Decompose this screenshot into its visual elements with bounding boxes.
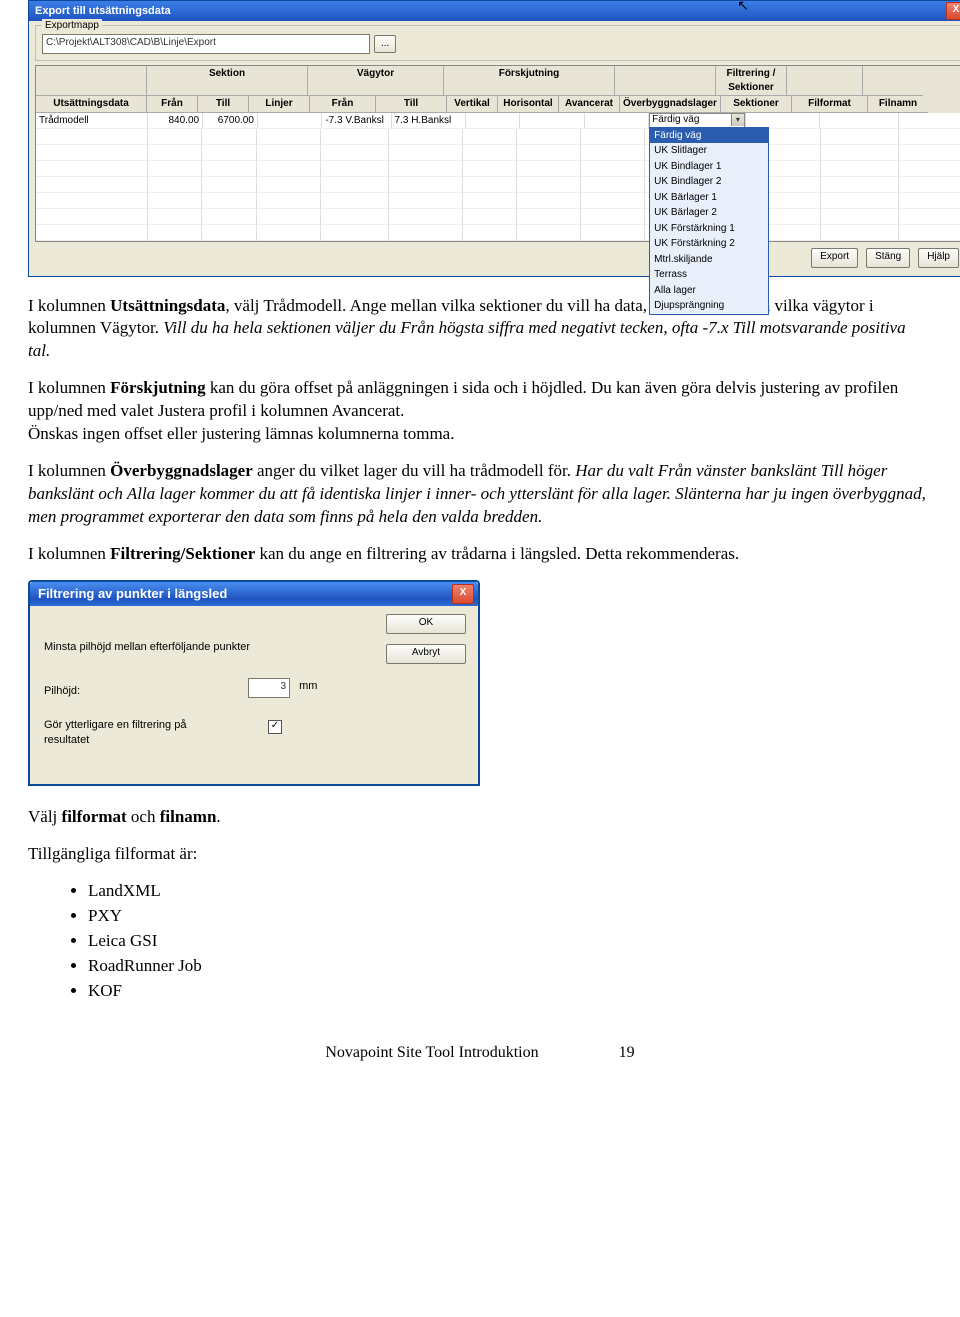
format-list: LandXML PXY Leica GSI RoadRunner Job KOF xyxy=(28,880,932,1003)
cell-filformat[interactable] xyxy=(820,113,899,129)
cell-linjer[interactable] xyxy=(258,113,322,129)
hdr-filnamn[interactable]: Filnamn xyxy=(868,96,928,113)
group-vagytor: Vägytor xyxy=(308,66,444,96)
hdr-overbygg[interactable]: Överbyggnadslager xyxy=(620,96,721,113)
close-icon[interactable]: X xyxy=(946,2,960,20)
list-item[interactable]: UK Slitlager xyxy=(650,143,768,159)
titlebar[interactable]: Filtrering av punkter i längsled X xyxy=(30,582,478,606)
data-grid: Sektion Vägytor Förskjutning Filtrering … xyxy=(35,65,960,242)
hdr-vfran[interactable]: Från xyxy=(310,96,376,113)
list-item: KOF xyxy=(88,980,932,1003)
table-row[interactable]: Trådmodell 840.00 6700.00 -7.3 V.Banksl … xyxy=(36,113,960,129)
para-5: Välj filformat och filnamn. xyxy=(28,806,932,829)
cancel-button[interactable]: Avbryt xyxy=(386,644,466,664)
cell-fran[interactable]: 840.00 xyxy=(148,113,203,129)
overbygg-selected: Färdig väg xyxy=(652,113,699,127)
checkbox-filter[interactable]: ✓ xyxy=(268,720,282,734)
cell-vfran[interactable]: -7.3 V.Banksl xyxy=(322,113,391,129)
help-button[interactable]: Hjälp xyxy=(918,248,959,268)
cell-vertikal[interactable] xyxy=(466,113,521,129)
hdr-till[interactable]: Till xyxy=(198,96,249,113)
group-forskjutning: Förskjutning xyxy=(444,66,615,96)
list-item[interactable]: UK Förstärkning 2 xyxy=(650,236,768,252)
hdr-linjer[interactable]: Linjer xyxy=(249,96,310,113)
export-dialog: Export till utsättningsdata X Exportmapp… xyxy=(28,0,960,277)
list-item[interactable]: UK Förstärkning 1 xyxy=(650,221,768,237)
hdr-vtill[interactable]: Till xyxy=(376,96,447,113)
pilhojd-unit: mm xyxy=(299,680,317,692)
label-gor: Gör ytterligare en filtrering på resulta… xyxy=(44,718,234,748)
overbygg-dropdown-list[interactable]: Färdig väg UK Slitlager UK Bindlager 1 U… xyxy=(649,127,769,315)
export-button[interactable]: Export xyxy=(811,248,858,268)
para-1: I kolumnen Utsättningsdata, välj Trådmod… xyxy=(28,295,932,364)
hdr-horisontal[interactable]: Horisontal xyxy=(498,96,559,113)
list-item[interactable]: UK Bärlager 2 xyxy=(650,205,768,221)
hdr-us[interactable]: Utsättningsdata xyxy=(36,96,147,113)
cell-till[interactable]: 6700.00 xyxy=(203,113,258,129)
hdr-vertikal[interactable]: Vertikal xyxy=(447,96,498,113)
cell-vtill[interactable]: 7.3 H.Banksl xyxy=(392,113,466,129)
para-6: Tillgängliga filformat är: xyxy=(28,843,932,866)
list-item[interactable]: UK Bindlager 1 xyxy=(650,159,768,175)
list-item[interactable]: Alla lager xyxy=(650,283,768,299)
hdr-fran[interactable]: Från xyxy=(147,96,198,113)
para-4: I kolumnen Filtrering/Sektioner kan du a… xyxy=(28,543,932,566)
list-item[interactable]: Djupsprängning xyxy=(650,298,768,314)
path-field[interactable]: C:\Projekt\ALT308\CAD\B\Linje\Export xyxy=(42,34,370,54)
group-sektion: Sektion xyxy=(147,66,308,96)
cell-filnamn[interactable] xyxy=(899,113,960,129)
list-item[interactable]: UK Bärlager 1 xyxy=(650,190,768,206)
close-icon[interactable]: X xyxy=(452,584,474,604)
list-item[interactable]: Terrass xyxy=(650,267,768,283)
para-2: I kolumnen Förskjutning kan du göra offs… xyxy=(28,377,932,446)
list-item[interactable]: Mtrl.skiljande xyxy=(650,252,768,268)
hdr-filsek[interactable]: Sektioner xyxy=(721,96,792,113)
label-pilhojd: Pilhöjd: xyxy=(44,684,80,699)
dialog-title: Export till utsättningsdata xyxy=(35,4,171,19)
page-footer: Novapoint Site Tool Introduktion 19 xyxy=(28,1042,932,1064)
list-item[interactable]: Färdig väg xyxy=(650,128,768,144)
exportmapp-group: Exportmapp C:\Projekt\ALT308\CAD\B\Linje… xyxy=(35,25,960,61)
titlebar[interactable]: Export till utsättningsdata X xyxy=(29,1,960,21)
group-filtrering: Filtrering / Sektioner xyxy=(716,66,787,96)
list-item: Leica GSI xyxy=(88,930,932,953)
hdr-filformat[interactable]: Filformat xyxy=(792,96,868,113)
cell-overbygg[interactable]: Färdig väg ▾ Färdig väg UK Slitlager UK … xyxy=(649,113,746,127)
ok-button[interactable]: OK xyxy=(386,614,466,634)
para-3: I kolumnen Överbyggnadslager anger du vi… xyxy=(28,460,932,529)
filter-dialog: Filtrering av punkter i längsled X Minst… xyxy=(28,580,480,786)
dialog-title: Filtrering av punkter i längsled xyxy=(38,585,227,603)
browse-button[interactable]: ... xyxy=(374,35,396,53)
overbygg-dropdown[interactable]: Färdig väg ▾ xyxy=(649,113,745,128)
group-label: Exportmapp xyxy=(42,19,102,33)
list-item: LandXML xyxy=(88,880,932,903)
list-item: RoadRunner Job xyxy=(88,955,932,978)
list-item[interactable]: UK Bindlager 2 xyxy=(650,174,768,190)
pilhojd-input[interactable]: 3 xyxy=(248,678,290,698)
list-item: PXY xyxy=(88,905,932,928)
cell-horisontal[interactable] xyxy=(520,113,584,129)
label-minsta: Minsta pilhöjd mellan efterföljande punk… xyxy=(44,640,250,655)
chevron-down-icon[interactable]: ▾ xyxy=(731,114,744,126)
close-button[interactable]: Stäng xyxy=(866,248,910,268)
cell-avancerat[interactable] xyxy=(585,113,649,129)
hdr-avancerat[interactable]: Avancerat xyxy=(559,96,620,113)
cell-us[interactable]: Trådmodell xyxy=(36,113,148,129)
